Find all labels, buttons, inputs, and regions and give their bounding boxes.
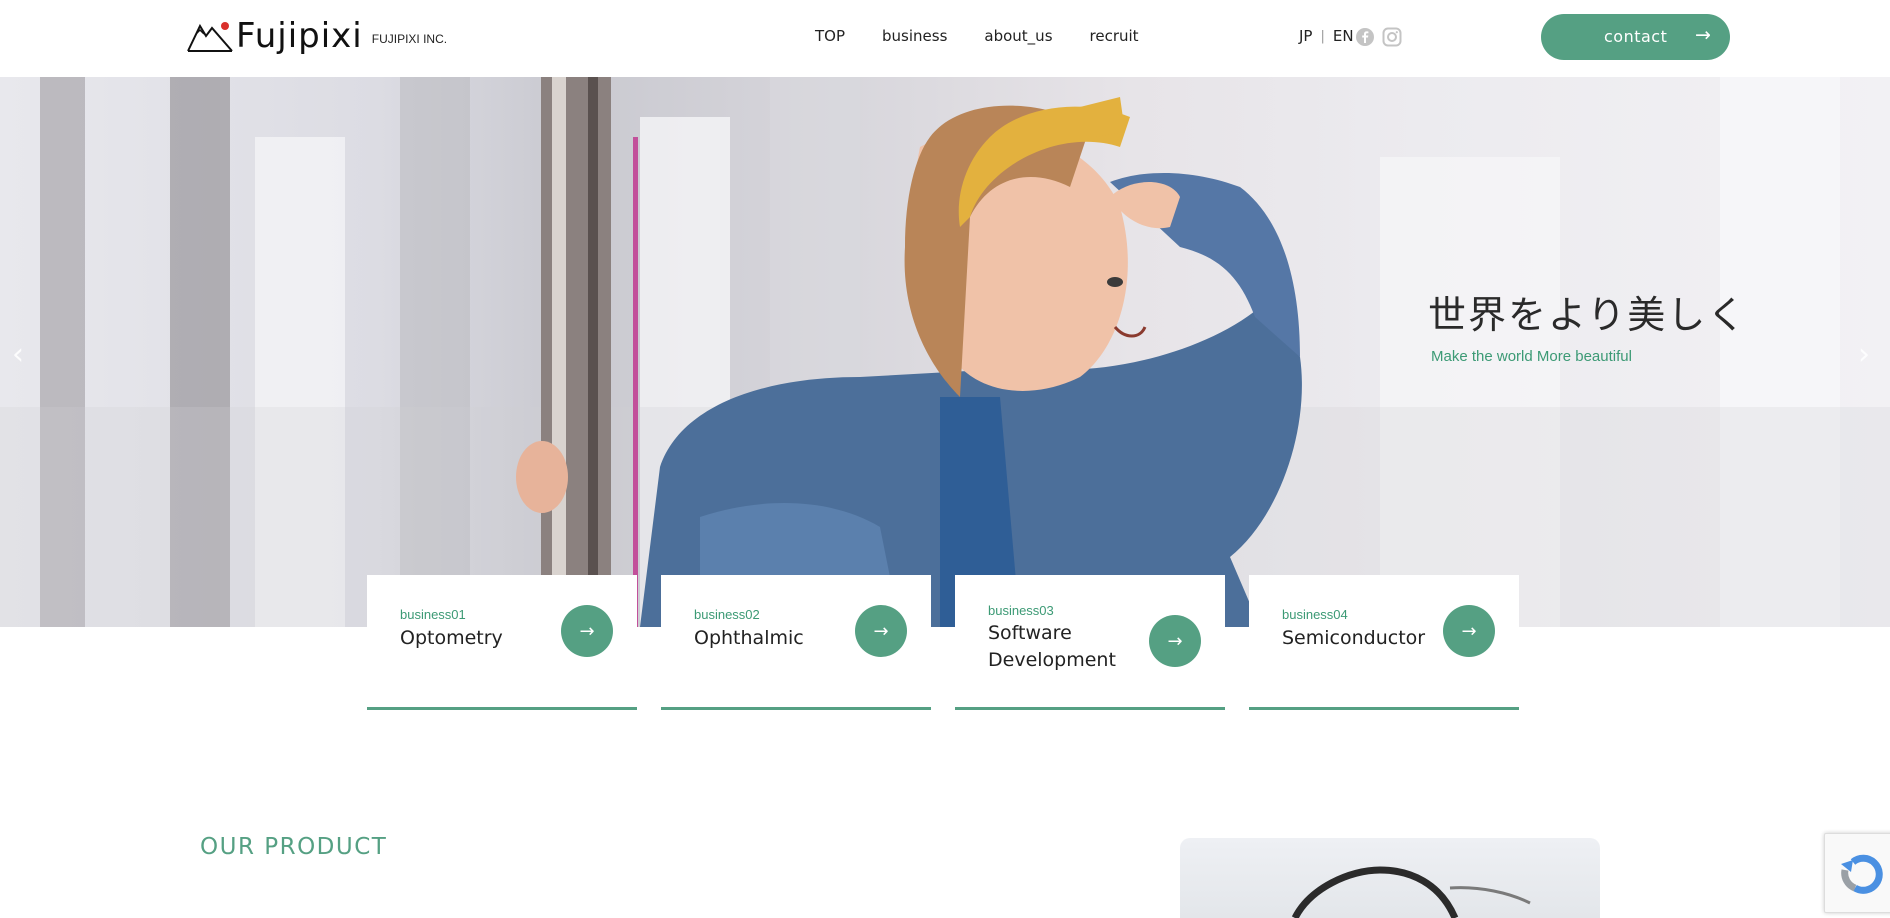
mountain-logo-icon <box>187 22 233 52</box>
business-card-title: Software Development <box>988 622 1116 671</box>
business-card-tag: business02 <box>694 607 760 622</box>
logo-company-name: FUJIPIXI INC. <box>371 32 448 46</box>
arrow-right-icon[interactable]: → <box>1149 615 1201 667</box>
arrow-right-icon[interactable]: → <box>561 605 613 657</box>
business-card-semiconductor[interactable]: business04 Semiconductor → <box>1249 575 1519 710</box>
business-card-title: Semiconductor <box>1282 627 1426 649</box>
product-image <box>1180 838 1600 918</box>
hero-title: 世界をより美しく <box>1428 293 1748 337</box>
main-nav: TOP business about_us recruit <box>815 27 1139 45</box>
language-switcher: JP | EN <box>1299 27 1354 45</box>
lang-separator: | <box>1320 28 1325 44</box>
our-product-heading: OUR PRODUCT <box>200 834 388 860</box>
lang-en-link[interactable]: EN <box>1333 27 1354 45</box>
facebook-icon[interactable] <box>1355 27 1375 47</box>
arrow-right-icon[interactable]: → <box>1443 605 1495 657</box>
logo[interactable]: Fujipixi FUJIPIXI INC. <box>186 14 447 58</box>
contact-button-label: contact <box>1604 27 1668 46</box>
business-card-title: Optometry <box>400 627 503 649</box>
nav-item-top[interactable]: TOP <box>815 27 845 45</box>
nav-item-recruit[interactable]: recruit <box>1090 27 1139 45</box>
business-card-tag: business04 <box>1282 607 1348 622</box>
arrow-right-icon[interactable]: → <box>855 605 907 657</box>
business-card-tag: business03 <box>988 603 1054 618</box>
recaptcha-badge[interactable] <box>1824 833 1890 913</box>
hero-subtitle: Make the world More beautiful <box>1431 348 1632 365</box>
site-header: Fujipixi FUJIPIXI INC. TOP business abou… <box>0 0 1890 77</box>
contact-button[interactable]: contact → <box>1541 14 1730 60</box>
business-card-optometry[interactable]: business01 Optometry → <box>367 575 637 710</box>
glasses-image <box>1291 866 1531 918</box>
business-card-tag: business01 <box>400 607 466 622</box>
business-card-software-development[interactable]: business03 Software Development → <box>955 575 1225 710</box>
lang-jp-link[interactable]: JP <box>1299 27 1312 45</box>
logo-wordmark: Fujipixi <box>236 16 363 56</box>
nav-item-business[interactable]: business <box>882 27 947 45</box>
hero-slider: 世界をより美しく Make the world More beautiful ‹… <box>0 77 1890 627</box>
instagram-icon[interactable] <box>1382 27 1402 47</box>
business-card-title: Ophthalmic <box>694 627 804 649</box>
slider-next-icon[interactable]: › <box>1858 337 1870 372</box>
slider-prev-icon[interactable]: ‹ <box>12 337 24 372</box>
nav-item-about-us[interactable]: about_us <box>984 27 1052 45</box>
arrow-right-icon: → <box>1695 24 1711 46</box>
recaptcha-icon <box>1841 854 1883 894</box>
business-card-ophthalmic[interactable]: business02 Ophthalmic → <box>661 575 931 710</box>
